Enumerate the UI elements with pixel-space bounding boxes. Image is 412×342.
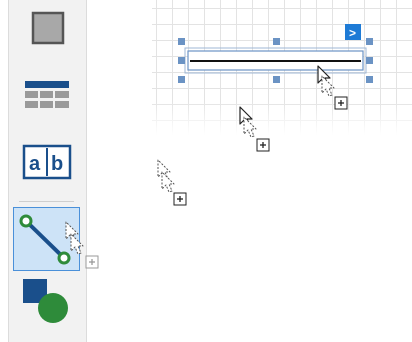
line-control[interactable] [184,47,367,74]
drag-cursor-icon [239,106,270,152]
report-designer-canvas: a b > [0,0,412,342]
drag-ghost-cursor-icon [157,159,187,206]
resize-handle-middle-left [178,57,185,64]
smart-tag-button[interactable]: > [345,24,361,40]
smart-tag-glyph: > [349,26,356,40]
toolbox-drag-cursor-icon [65,221,99,269]
drop-cursor-icon [317,65,348,110]
resize-handle-bottom-center [273,76,280,83]
resize-handle-bottom-right [366,76,373,83]
resize-handle-middle-right [366,57,373,64]
resize-handle-top-right [366,38,373,45]
resize-handle-top-center [273,38,280,45]
resize-handle-top-left [178,38,185,45]
resize-handle-bottom-left [178,76,185,83]
design-surface-overlay: > [65,24,373,269]
